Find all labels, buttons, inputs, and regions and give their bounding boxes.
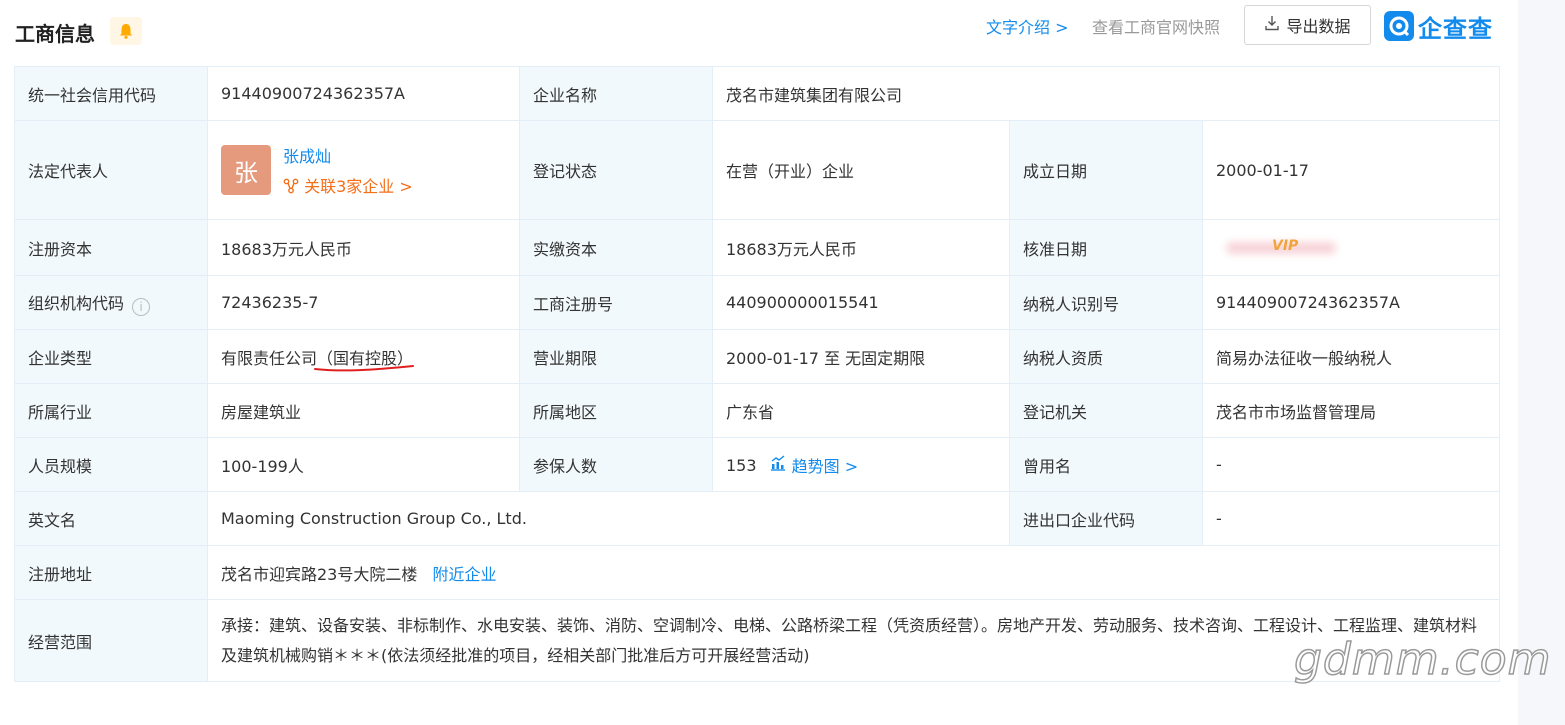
vip-badge-icon: VIP (1272, 237, 1299, 254)
biz-term-label: 营业期限 (519, 329, 713, 384)
biz-reg-no-value: 440900000015541 (712, 275, 1010, 330)
legal-rep-name-link[interactable]: 张成灿 (283, 143, 413, 167)
nearby-companies-link[interactable]: 附近企业 (432, 565, 496, 584)
english-name-label: 英文名 (14, 491, 208, 546)
bell-icon[interactable] (110, 17, 142, 45)
red-underline-annotation (314, 364, 415, 371)
reg-status-label: 登记状态 (519, 120, 713, 220)
english-name-value: Maoming Construction Group Co., Ltd. (207, 491, 1010, 546)
table-row: 统一社会信用代码 91440900724362357A 企业名称 茂名市建筑集团… (14, 66, 1500, 121)
former-name-label: 曾用名 (1009, 437, 1203, 492)
taxpayer-qual-label: 纳税人资质 (1009, 329, 1203, 384)
region-label: 所属地区 (519, 383, 713, 438)
business-info-table: 统一社会信用代码 91440900724362357A 企业名称 茂名市建筑集团… (14, 66, 1500, 682)
section-title: 工商信息 (15, 22, 95, 46)
table-row: 经营范围 承接：建筑、设备安装、非标制作、水电安装、装饰、消防、空调制冷、电梯、… (14, 599, 1500, 682)
company-name-label: 企业名称 (519, 66, 713, 121)
section-header: 工商信息 文字介绍 > 查看工商官网快照 导出数据 企查查 (0, 0, 1518, 60)
vip-locked-value[interactable]: VIP (1216, 237, 1336, 259)
table-row: 企业类型 有限责任公司（国有控股） 营业期限 2000-01-17 至 无固定期… (14, 329, 1500, 384)
import-export-code-value: - (1202, 491, 1500, 546)
paid-capital-label: 实缴资本 (519, 219, 713, 276)
biz-reg-no-label: 工商注册号 (519, 275, 713, 330)
taxpayer-id-label: 纳税人识别号 (1009, 275, 1203, 330)
brand-logo: 企查查 (1384, 10, 1493, 43)
import-export-code-label: 进出口企业代码 (1009, 491, 1203, 546)
relation-icon (283, 177, 299, 196)
reg-status-value: 在营（开业）企业 (712, 120, 1010, 220)
credit-code-label: 统一社会信用代码 (14, 66, 208, 121)
export-data-button[interactable]: 导出数据 (1244, 5, 1371, 45)
brand-mark-icon (1384, 11, 1414, 41)
reg-authority-label: 登记机关 (1009, 383, 1203, 438)
reg-capital-label: 注册资本 (14, 219, 208, 276)
legal-rep-label: 法定代表人 (14, 120, 208, 220)
text-intro-link[interactable]: 文字介绍 > (986, 14, 1069, 38)
official-snapshot-link[interactable]: 查看工商官网快照 (1092, 14, 1220, 38)
related-companies-label: 关联3家企业 > (304, 177, 413, 196)
reg-authority-value: 茂名市市场监督管理局 (1202, 383, 1500, 438)
right-gutter (1518, 0, 1565, 725)
avatar[interactable]: 张 (221, 145, 271, 195)
insured-cell: 153 趋势图 > (712, 437, 1010, 492)
found-date-label: 成立日期 (1009, 120, 1203, 220)
former-name-value: - (1202, 437, 1500, 492)
table-row: 法定代表人 张 张成灿 关联3家企业 > 登记状态 在营（开业）企业 成立日期 … (14, 120, 1500, 220)
company-type-label: 企业类型 (14, 329, 208, 384)
industry-label: 所属行业 (14, 383, 208, 438)
trend-chart-label: 趋势图 > (791, 456, 859, 476)
trend-chart-link[interactable]: 趋势图 > (770, 453, 859, 477)
scope-label: 经营范围 (14, 599, 208, 682)
table-row: 组织机构代码 i 72436235-7 工商注册号 440900000015541… (14, 275, 1500, 330)
org-code-value: 72436235-7 (207, 275, 520, 330)
approval-date-label: 核准日期 (1009, 219, 1203, 276)
found-date-value: 2000-01-17 (1202, 120, 1500, 220)
company-name-value: 茂名市建筑集团有限公司 (712, 66, 1500, 121)
staff-size-value: 100-199人 (207, 437, 520, 492)
trend-chart-icon (770, 454, 786, 475)
watermark: gdmm.com (1293, 633, 1552, 686)
staff-size-label: 人员规模 (14, 437, 208, 492)
download-icon (1264, 15, 1280, 35)
export-data-label: 导出数据 (1286, 17, 1351, 36)
table-row: 注册资本 18683万元人民币 实缴资本 18683万元人民币 核准日期 VIP (14, 219, 1500, 276)
insured-label: 参保人数 (519, 437, 713, 492)
table-row: 注册地址 茂名市迎宾路23号大院二楼 附近企业 (14, 545, 1500, 600)
region-value: 广东省 (712, 383, 1010, 438)
table-row: 人员规模 100-199人 参保人数 153 趋势图 > 曾用名 - (14, 437, 1500, 492)
company-type-prefix: 有限责任公司 (221, 348, 318, 368)
brand-name: 企查查 (1418, 14, 1493, 43)
paid-capital-value: 18683万元人民币 (712, 219, 1010, 276)
address-label: 注册地址 (14, 545, 208, 600)
info-icon[interactable]: i (132, 297, 151, 316)
table-row: 所属行业 房屋建筑业 所属地区 广东省 登记机关 茂名市市场监督管理局 (14, 383, 1500, 438)
taxpayer-qual-value: 简易办法征收一般纳税人 (1202, 329, 1500, 384)
related-companies-link[interactable]: 关联3家企业 > (283, 173, 413, 197)
table-row: 英文名 Maoming Construction Group Co., Ltd.… (14, 491, 1500, 546)
insured-value: 153 (726, 455, 757, 475)
reg-capital-value: 18683万元人民币 (207, 219, 520, 276)
org-code-label: 组织机构代码 (28, 293, 125, 313)
biz-term-value: 2000-01-17 至 无固定期限 (712, 329, 1010, 384)
org-code-label-cell: 组织机构代码 i (14, 275, 208, 330)
company-type-value: 有限责任公司（国有控股） (207, 329, 520, 384)
address-cell: 茂名市迎宾路23号大院二楼 附近企业 (207, 545, 1500, 600)
credit-code-value: 91440900724362357A (207, 66, 520, 121)
legal-rep-cell: 张 张成灿 关联3家企业 > (207, 120, 520, 220)
address-value: 茂名市迎宾路23号大院二楼 (221, 564, 418, 584)
taxpayer-id-value: 91440900724362357A (1202, 275, 1500, 330)
approval-date-value[interactable]: VIP (1202, 219, 1500, 276)
industry-value: 房屋建筑业 (207, 383, 520, 438)
